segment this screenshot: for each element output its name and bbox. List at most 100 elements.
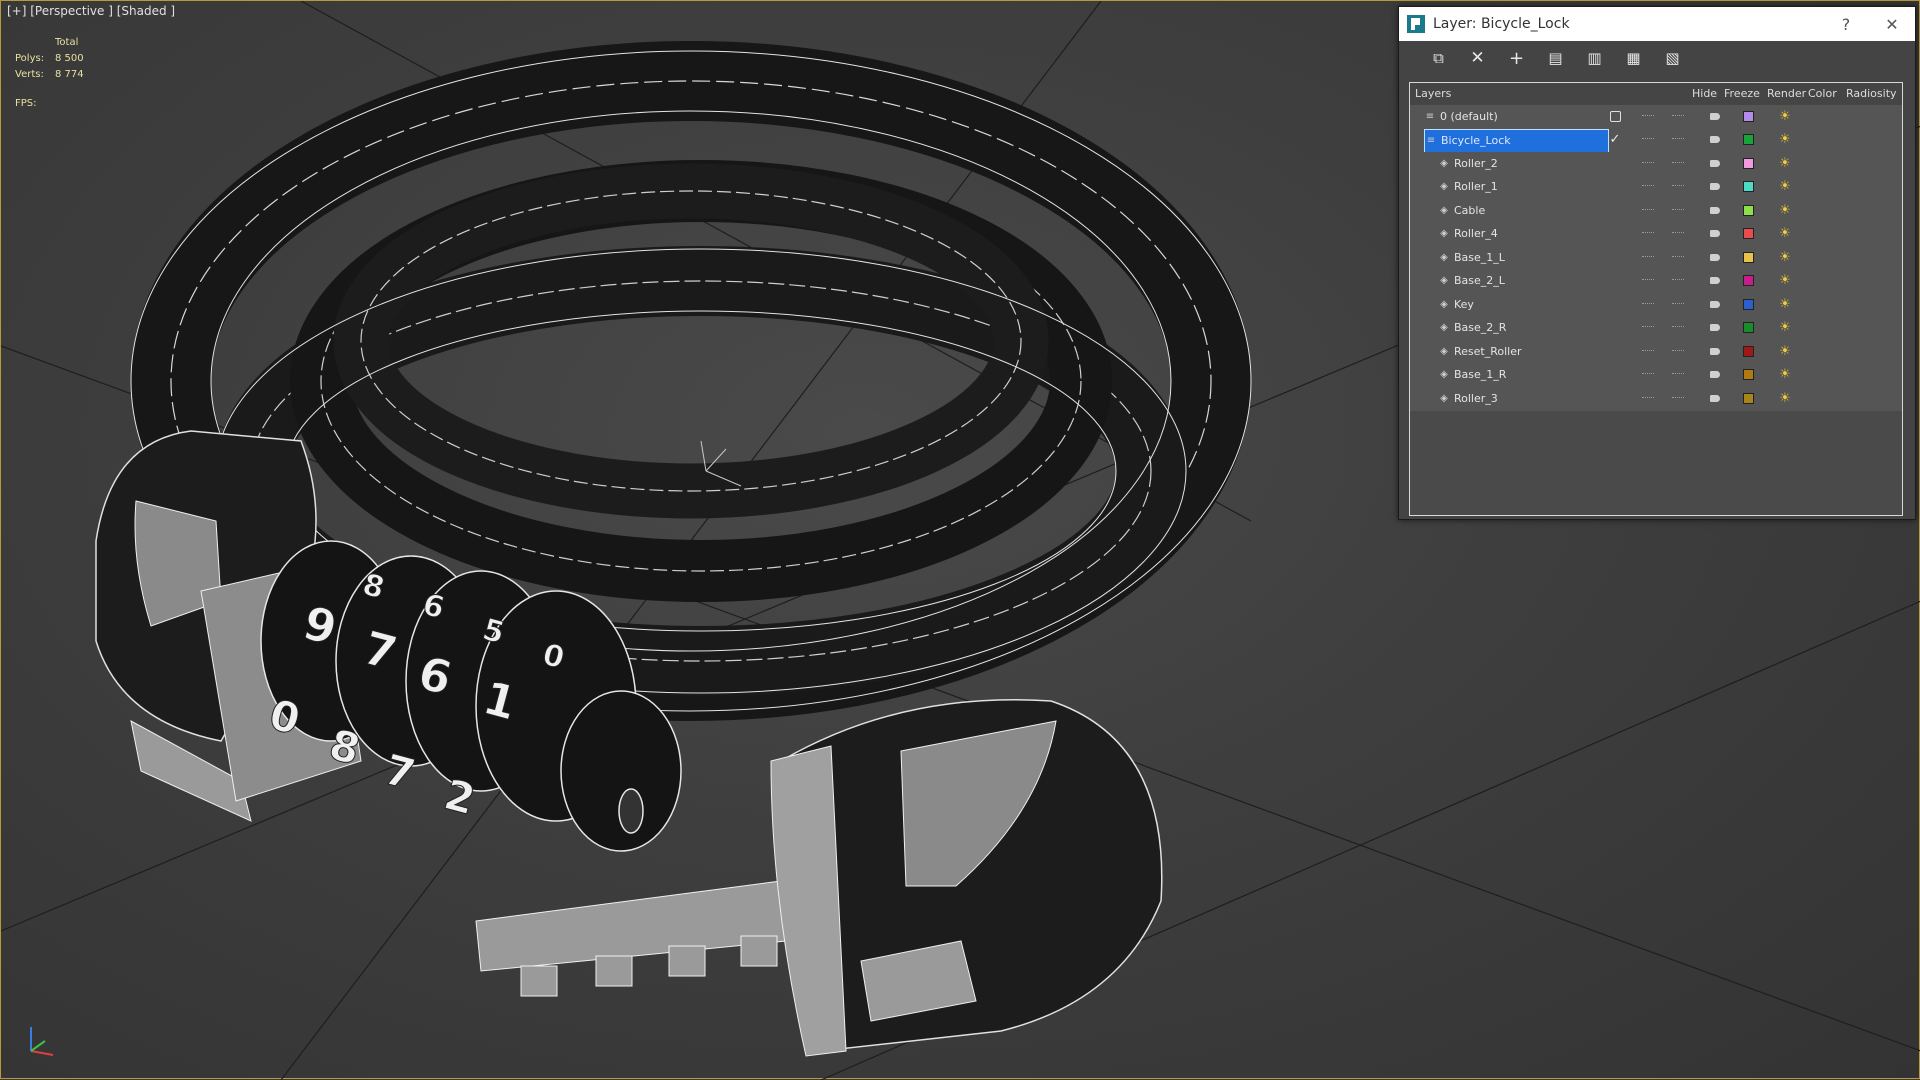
render-toggle-icon[interactable]	[1705, 129, 1725, 151]
layer-row[interactable]: ◈ Roller_3 ☀	[1410, 387, 1902, 411]
freeze-toggle[interactable]	[1668, 364, 1688, 386]
radiosity-sun-icon[interactable]: ☀	[1774, 387, 1796, 409]
render-toggle-icon[interactable]	[1705, 199, 1725, 221]
layer-name-cell[interactable]: ◈ Cable	[1438, 199, 1485, 221]
freeze-toggle[interactable]	[1668, 176, 1688, 198]
radiosity-sun-icon[interactable]: ☀	[1774, 105, 1796, 127]
layer-color-swatch[interactable]	[1738, 105, 1758, 127]
freeze-toggle[interactable]	[1668, 105, 1688, 127]
radiosity-sun-icon[interactable]: ☀	[1774, 340, 1796, 362]
layer-name-cell[interactable]: ◈ Roller_2	[1438, 152, 1498, 174]
layer-color-swatch[interactable]	[1738, 152, 1758, 174]
new-layer-icon[interactable]: +	[1497, 44, 1536, 72]
hide-all-icon[interactable]: ▧	[1653, 44, 1692, 72]
hide-toggle[interactable]	[1638, 317, 1658, 339]
column-hide[interactable]: Hide	[1692, 87, 1717, 100]
render-toggle-icon[interactable]	[1705, 317, 1725, 339]
render-toggle-icon[interactable]	[1705, 223, 1725, 245]
layer-name-cell[interactable]: ◈ Key	[1438, 293, 1474, 315]
layer-row[interactable]: ◈ Cable ☀	[1410, 199, 1902, 223]
dialog-titlebar[interactable]: Layer: Bicycle_Lock ? ✕	[1399, 7, 1915, 41]
radiosity-sun-icon[interactable]: ☀	[1774, 246, 1796, 268]
layer-name-cell[interactable]: ◈ Base_2_L	[1438, 270, 1505, 292]
column-layers[interactable]: Layers	[1415, 87, 1451, 100]
layer-color-swatch[interactable]	[1738, 246, 1758, 268]
radiosity-sun-icon[interactable]: ☀	[1774, 129, 1796, 151]
layer-name-cell[interactable]: ◈ Roller_3	[1438, 387, 1498, 409]
hide-toggle[interactable]	[1638, 340, 1658, 362]
freeze-toggle[interactable]	[1668, 270, 1688, 292]
hide-toggle[interactable]	[1638, 364, 1658, 386]
layer-dialog[interactable]: Layer: Bicycle_Lock ? ✕ ⧉ ✕ + ▤ ▥ ▦ ▧ La…	[1398, 6, 1916, 520]
layer-row[interactable]: ◈ Key ☀	[1410, 293, 1902, 317]
select-layer-icon[interactable]: ▥	[1575, 44, 1614, 72]
render-toggle-icon[interactable]	[1705, 176, 1725, 198]
radiosity-sun-icon[interactable]: ☀	[1774, 176, 1796, 198]
radiosity-sun-icon[interactable]: ☀	[1774, 293, 1796, 315]
layer-row[interactable]: ◈ Roller_1 ☀	[1410, 175, 1902, 199]
layer-name-cell[interactable]: ◈ Base_2_R	[1438, 317, 1506, 339]
radiosity-sun-icon[interactable]: ☀	[1774, 270, 1796, 292]
layer-color-swatch[interactable]	[1738, 270, 1758, 292]
freeze-toggle[interactable]	[1668, 317, 1688, 339]
freeze-toggle[interactable]	[1668, 246, 1688, 268]
render-toggle-icon[interactable]	[1705, 293, 1725, 315]
delete-layer-icon[interactable]: ✕	[1458, 44, 1497, 72]
close-button[interactable]: ✕	[1869, 7, 1915, 41]
radiosity-sun-icon[interactable]: ☀	[1774, 317, 1796, 339]
layer-row[interactable]: ≡ Bicycle_Lock ✓ ☀	[1410, 128, 1902, 153]
layer-row[interactable]: ◈ Base_1_L ☀	[1410, 246, 1902, 270]
layer-row[interactable]: ◈ Base_1_R ☀	[1410, 363, 1902, 387]
layer-name-cell[interactable]: ◈ Roller_4	[1438, 223, 1498, 245]
render-toggle-icon[interactable]	[1705, 105, 1725, 127]
column-radiosity[interactable]: Radiosity	[1846, 87, 1897, 100]
layer-color-swatch[interactable]	[1738, 176, 1758, 198]
render-toggle-icon[interactable]	[1705, 152, 1725, 174]
radiosity-sun-icon[interactable]: ☀	[1774, 199, 1796, 221]
render-toggle-icon[interactable]	[1705, 387, 1725, 409]
current-layer-check-icon[interactable]: ✓	[1608, 129, 1622, 151]
layer-row[interactable]: ≡ 0 (default) ☀	[1410, 105, 1902, 129]
freeze-toggle[interactable]	[1668, 152, 1688, 174]
hide-toggle[interactable]	[1638, 105, 1658, 127]
hide-toggle[interactable]	[1638, 246, 1658, 268]
layer-name-cell[interactable]: ≡ Bicycle_Lock	[1424, 128, 1609, 153]
hide-toggle[interactable]	[1638, 387, 1658, 409]
current-layer-box[interactable]	[1608, 105, 1622, 127]
layer-color-swatch[interactable]	[1738, 223, 1758, 245]
hide-toggle[interactable]	[1638, 199, 1658, 221]
freeze-toggle[interactable]	[1668, 340, 1688, 362]
freeze-toggle[interactable]	[1668, 387, 1688, 409]
radiosity-sun-icon[interactable]: ☀	[1774, 364, 1796, 386]
freeze-toggle[interactable]	[1668, 129, 1688, 151]
layer-name-cell[interactable]: ◈ Base_1_L	[1438, 246, 1505, 268]
viewport-label-menu[interactable]: [+] [Perspective ] [Shaded ]	[7, 4, 175, 18]
layer-name-cell[interactable]: ◈ Roller_1	[1438, 176, 1498, 198]
hide-toggle[interactable]	[1638, 270, 1658, 292]
set-current-layer-icon[interactable]: ▦	[1614, 44, 1653, 72]
radiosity-sun-icon[interactable]: ☀	[1774, 223, 1796, 245]
layer-name-cell[interactable]: ≡ 0 (default)	[1424, 105, 1498, 127]
render-toggle-icon[interactable]	[1705, 246, 1725, 268]
radiosity-sun-icon[interactable]: ☀	[1774, 152, 1796, 174]
layer-color-swatch[interactable]	[1738, 364, 1758, 386]
add-to-layer-icon[interactable]: ⧉	[1419, 44, 1458, 72]
select-objects-icon[interactable]: ▤	[1536, 44, 1575, 72]
layer-row[interactable]: ◈ Base_2_R ☀	[1410, 316, 1902, 340]
freeze-toggle[interactable]	[1668, 223, 1688, 245]
layer-row[interactable]: ◈ Roller_2 ☀	[1410, 152, 1902, 176]
layer-name-cell[interactable]: ◈ Base_1_R	[1438, 364, 1506, 386]
hide-toggle[interactable]	[1638, 176, 1658, 198]
freeze-toggle[interactable]	[1668, 199, 1688, 221]
hide-toggle[interactable]	[1638, 293, 1658, 315]
render-toggle-icon[interactable]	[1705, 270, 1725, 292]
layer-color-swatch[interactable]	[1738, 129, 1758, 151]
layer-color-swatch[interactable]	[1738, 387, 1758, 409]
render-toggle-icon[interactable]	[1705, 364, 1725, 386]
hide-toggle[interactable]	[1638, 223, 1658, 245]
layer-color-swatch[interactable]	[1738, 340, 1758, 362]
layer-row[interactable]: ◈ Reset_Roller ☀	[1410, 340, 1902, 364]
column-render[interactable]: Render	[1767, 87, 1806, 100]
layer-list-panel[interactable]: Layers Hide Freeze Render Color Radiosit…	[1409, 82, 1903, 516]
layer-color-swatch[interactable]	[1738, 317, 1758, 339]
